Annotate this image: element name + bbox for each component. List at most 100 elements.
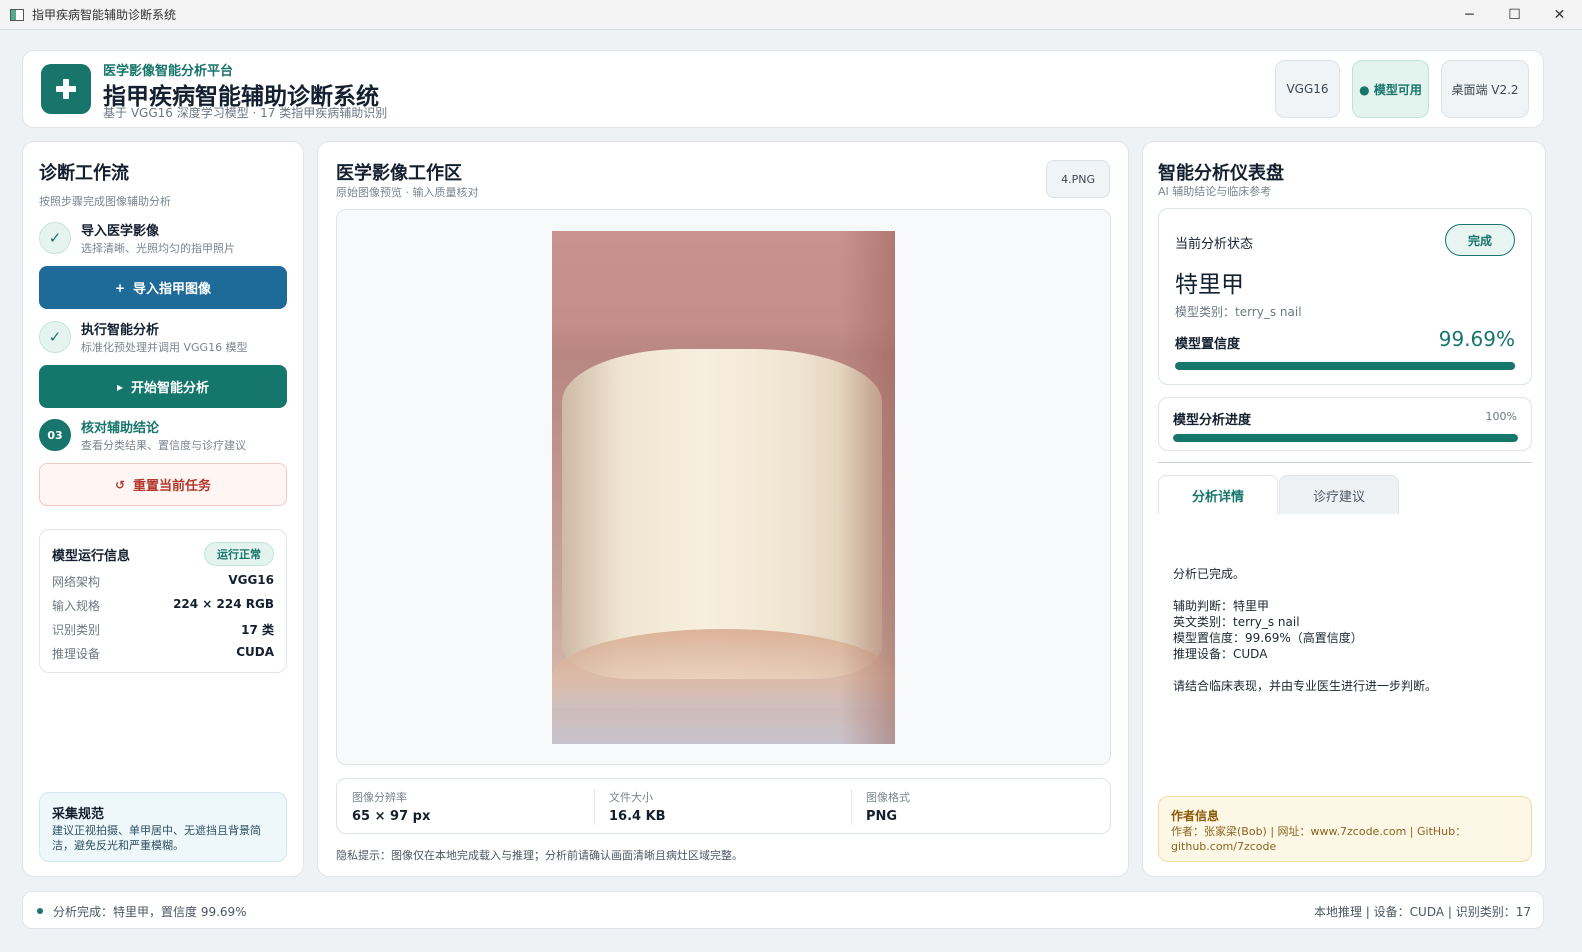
header-subtitle: 基于 VGG16 深度学习模型 · 17 类指甲疾病辅助识别	[103, 106, 388, 120]
diagnosis-class: 模型类别：terry_s nail	[1175, 305, 1302, 319]
info-key: 识别类别	[52, 623, 101, 637]
imaging-workspace-panel: 医学影像工作区 原始图像预览 · 输入质量核对 4.PNG 图像分辨率 65 ×…	[317, 141, 1129, 877]
model-info-box: 模型运行信息 运行正常 网络架构 VGG16 输入规格 224 × 224 RG…	[39, 529, 287, 673]
play-icon: ▸	[116, 379, 123, 394]
step-review: 03 核对辅助结论 查看分类结果、置信度与诊疗建议	[39, 417, 289, 457]
nail-image	[552, 231, 895, 744]
plus-icon	[41, 64, 91, 114]
status-right-text: 本地推理 | 设备：CUDA | 识别类别：17	[1313, 905, 1531, 919]
maximize-icon[interactable]: ☐	[1492, 0, 1537, 30]
meta-value: 16.4 KB	[609, 809, 666, 824]
analysis-dashboard-panel: 智能分析仪表盘 AI 辅助结论与临床参考 当前分析状态 完成 特里甲 模型类别：…	[1142, 141, 1546, 877]
info-value: 17 类	[241, 623, 274, 637]
info-value: CUDA	[236, 645, 274, 659]
author-text: 作者：张家梁(Bob) | 网址：www.7zcode.com | GitHub…	[1171, 825, 1467, 853]
info-value: 224 × 224 RGB	[173, 597, 274, 611]
info-value: VGG16	[228, 573, 274, 587]
step-desc: 选择清晰、光照均匀的指甲照片	[81, 242, 235, 255]
meta-resolution: 图像分辨率 65 × 97 px	[352, 789, 430, 825]
confidence-label: 模型置信度	[1175, 337, 1241, 352]
step-desc: 查看分类结果、置信度与诊疗建议	[81, 439, 246, 452]
step-analyze: ✓ 执行智能分析 标准化预处理并调用 VGG16 模型	[39, 319, 289, 359]
privacy-note: 隐私提示：图像仅在本地完成载入与推理；分析前请确认画面清晰且病灶区域完整。	[336, 849, 743, 862]
detail-line: 请结合临床表现，并由专业医生进行进一步判断。	[1173, 679, 1438, 693]
check-icon: ✓	[39, 321, 71, 353]
start-analysis-button[interactable]: ▸ 开始智能分析	[39, 365, 287, 408]
divider	[594, 789, 595, 825]
refresh-icon: ↺	[114, 477, 126, 492]
info-row: 输入规格 224 × 224 RGB	[52, 597, 274, 617]
diagnosis-name: 特里甲	[1175, 272, 1244, 298]
tips-title: 采集规范	[52, 807, 105, 822]
info-key: 输入规格	[52, 599, 101, 613]
window-titlebar: 指甲疾病智能辅助诊断系统 ─ ☐ ✕	[0, 0, 1582, 30]
info-key: 推理设备	[52, 647, 101, 661]
status-bar: 分析完成：特里甲，置信度 99.69% 本地推理 | 设备：CUDA | 识别类…	[22, 891, 1544, 929]
step-title: 核对辅助结论	[81, 421, 160, 436]
progress-bar-fill	[1173, 434, 1518, 442]
progress-bar	[1173, 434, 1518, 442]
app-header: 医学影像智能分析平台 指甲疾病智能辅助诊断系统 基于 VGG16 深度学习模型 …	[22, 50, 1544, 128]
meta-value: PNG	[866, 809, 898, 824]
info-key: 网络架构	[52, 575, 101, 589]
file-name-chip: 4.PNG	[1046, 160, 1110, 198]
status-left-text: 分析完成：特里甲，置信度 99.69%	[53, 905, 247, 919]
import-image-button[interactable]: + 导入指甲图像	[39, 266, 287, 309]
meta-key: 文件大小	[609, 791, 653, 804]
workspace-title: 医学影像工作区	[336, 163, 462, 184]
status-dot-icon	[37, 908, 43, 914]
detail-line: 模型置信度：99.69%（高置信度）	[1173, 631, 1363, 645]
capture-tips-box: 采集规范 建议正视拍摄、单甲居中、无遮挡且背景简洁，避免反光和严重模糊。	[39, 792, 287, 862]
app-body: 医学影像智能分析平台 指甲疾病智能辅助诊断系统 基于 VGG16 深度学习模型 …	[0, 30, 1582, 952]
detail-line: 推理设备：CUDA	[1173, 647, 1268, 661]
meta-value: 65 × 97 px	[352, 809, 431, 824]
check-icon: ✓	[39, 222, 71, 254]
image-preview-area	[336, 209, 1111, 765]
status-badge: 完成	[1445, 224, 1515, 256]
meta-format: 图像格式 PNG	[866, 789, 910, 825]
workflow-panel: 诊断工作流 按照步骤完成图像辅助分析 ✓ 导入医学影像 选择清晰、光照均匀的指甲…	[22, 141, 304, 877]
detail-line	[1173, 582, 1437, 598]
tips-text: 建议正视拍摄、单甲居中、无遮挡且背景简洁，避免反光和严重模糊。	[52, 824, 261, 852]
detail-line: 辅助判断：特里甲	[1173, 599, 1270, 613]
info-row: 推理设备 CUDA	[52, 645, 274, 665]
window-controls: ─ ☐ ✕	[1447, 0, 1582, 30]
minimize-icon[interactable]: ─	[1447, 0, 1492, 30]
workflow-subtitle: 按照步骤完成图像辅助分析	[39, 195, 171, 208]
plus-icon: +	[114, 280, 126, 295]
version-chip: 桌面端 V2.2	[1441, 60, 1529, 118]
image-meta-bar: 图像分辨率 65 × 97 px 文件大小 16.4 KB 图像格式 PNG	[336, 778, 1111, 834]
reset-button-label: 重置当前任务	[133, 479, 212, 494]
status-label: 当前分析状态	[1175, 237, 1254, 252]
detail-line	[1173, 662, 1437, 678]
confidence-value: 99.69%	[1438, 327, 1515, 351]
step-desc: 标准化预处理并调用 VGG16 模型	[81, 341, 248, 354]
step-title: 导入医学影像	[81, 224, 160, 239]
workspace-subtitle: 原始图像预览 · 输入质量核对	[336, 186, 479, 199]
detail-line: 分析已完成。	[1173, 567, 1246, 581]
confidence-bar	[1175, 362, 1516, 370]
analysis-progress-card: 模型分析进度 100%	[1158, 397, 1532, 451]
reset-task-button[interactable]: ↺ 重置当前任务	[39, 463, 287, 506]
detail-line: 英文类别：terry_s nail	[1173, 615, 1300, 629]
author-title: 作者信息	[1171, 809, 1220, 823]
analyze-button-label: 开始智能分析	[131, 381, 210, 396]
close-icon[interactable]: ✕	[1537, 0, 1582, 30]
step-number-badge: 03	[39, 419, 71, 451]
analysis-detail-text: 分析已完成。 辅助判断：特里甲 英文类别：terry_s nail 模型置信度：…	[1173, 566, 1437, 694]
dashboard-subtitle: AI 辅助结论与临床参考	[1158, 185, 1272, 198]
model-info-title: 模型运行信息	[52, 549, 131, 564]
tab-treatment-advice[interactable]: 诊疗建议	[1279, 475, 1399, 514]
author-info-box: 作者信息 作者：张家梁(Bob) | 网址：www.7zcode.com | G…	[1158, 796, 1532, 862]
model-chip: VGG16	[1275, 60, 1340, 118]
analysis-status-card: 当前分析状态 完成 特里甲 模型类别：terry_s nail 模型置信度 99…	[1158, 208, 1532, 385]
progress-label: 模型分析进度	[1173, 413, 1252, 428]
progress-value: 100%	[1485, 410, 1517, 423]
meta-key: 图像分辨率	[352, 791, 407, 804]
window-title: 指甲疾病智能辅助诊断系统	[32, 8, 177, 22]
status-badge: 运行正常	[204, 542, 274, 566]
app-icon	[10, 8, 24, 21]
tab-analysis-details[interactable]: 分析详情	[1158, 475, 1278, 514]
divider	[1158, 462, 1532, 463]
meta-key: 图像格式	[866, 791, 910, 804]
